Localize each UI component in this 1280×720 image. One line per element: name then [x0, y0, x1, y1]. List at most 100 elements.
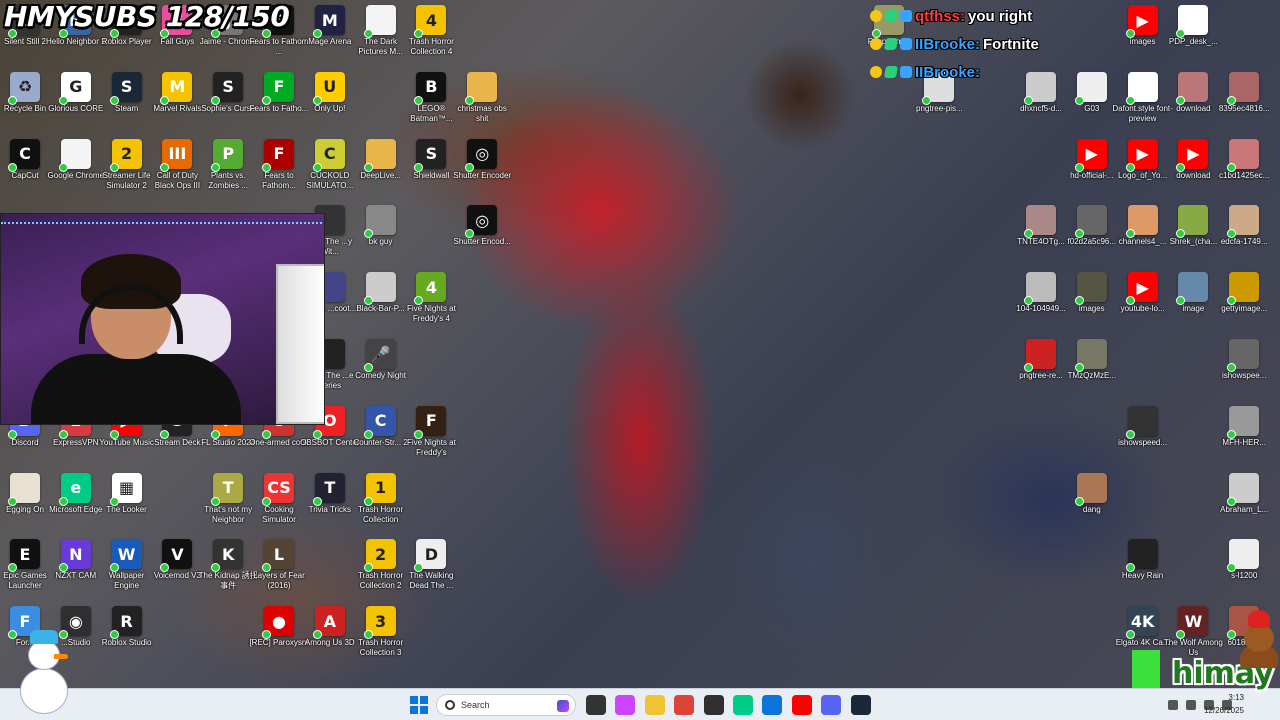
chat-username: qtfhss: — [915, 7, 965, 25]
sync-check-icon — [1227, 429, 1237, 439]
badge-icon — [900, 10, 912, 22]
windows-logo-icon — [410, 696, 418, 704]
sync-check-icon — [1074, 296, 1084, 306]
sync-check-icon — [363, 29, 373, 38]
search-highlight-icon — [557, 700, 569, 712]
desktop-icon-label: Trash Horror Collection 4 — [408, 37, 454, 56]
desktop-icon[interactable]: R Roblox Studio — [96, 606, 158, 648]
desktop-icon[interactable]: MFH-HER... — [1213, 405, 1275, 448]
desktop-icon[interactable]: christmas obs shit — [451, 71, 513, 124]
badge-icon — [870, 66, 882, 78]
windows-logo-icon — [420, 696, 428, 704]
windows-logo-icon — [420, 706, 428, 714]
desktop-icon[interactable]: TMzQzMzE... — [1061, 339, 1123, 381]
sync-check-icon — [1125, 296, 1135, 306]
chat-overlay: qtfhss: you right IIBrooke: Fortnite IIB… — [870, 2, 1130, 86]
desktop-icon[interactable]: ishowspeed... — [1112, 405, 1174, 448]
start-button[interactable] — [410, 696, 428, 714]
desktop-icon[interactable]: Heavy Rain — [1112, 539, 1174, 581]
chat-username: IIBrooke: — [915, 63, 981, 81]
sync-check-icon — [363, 563, 373, 573]
taskbar-chrome-icon[interactable] — [674, 695, 695, 715]
taskbar-search[interactable]: Search — [436, 694, 576, 716]
desktop-icon-label: Heavy Rain — [1121, 571, 1164, 581]
sync-check-icon — [1227, 496, 1237, 506]
desktop-icon-label: Shutter Encod... — [453, 237, 511, 247]
sync-check-icon — [363, 496, 373, 506]
chevron-up-icon[interactable] — [1168, 700, 1178, 710]
desktop-icon[interactable]: 3 Trash Horror Collection 3 — [350, 606, 412, 658]
desktop-icon[interactable]: 4 Trash Horror Collection 4 — [400, 5, 462, 57]
desktop-icon[interactable]: gettyimage... — [1213, 272, 1275, 314]
desktop-icon[interactable]: 4 Five Nights at Freddy's 4 — [400, 272, 462, 324]
sync-check-icon — [109, 496, 119, 506]
sync-check-icon — [109, 563, 119, 573]
desktop-icon[interactable]: U Only Up! — [299, 71, 361, 114]
search-icon — [445, 700, 455, 710]
desktop-icon[interactable]: edcfa-1749... — [1213, 205, 1275, 247]
badge-icon — [883, 10, 899, 22]
sub-goal-label: HMYSUBS — [4, 0, 157, 33]
desktop-icon[interactable]: 🎤 Comedy Night — [350, 339, 412, 381]
taskbar-obs-icon[interactable] — [703, 695, 724, 715]
desktop-icon[interactable]: PDP_desk_... — [1162, 5, 1224, 47]
sync-check-icon — [109, 429, 119, 439]
sync-check-icon — [363, 630, 373, 640]
taskbar-steam-icon[interactable] — [850, 695, 871, 715]
taskbar-task-view-icon[interactable] — [586, 695, 606, 715]
desktop-icon[interactable]: 8395ec4816... — [1213, 71, 1275, 114]
sync-check-icon — [312, 496, 322, 506]
sync-check-icon — [8, 162, 17, 172]
sync-check-icon — [1125, 429, 1135, 439]
sync-check-icon — [363, 229, 373, 239]
desktop-icon[interactable]: F Five Nights at Freddy's — [400, 405, 462, 458]
sync-check-icon — [312, 162, 322, 172]
taskbar-store-icon[interactable] — [762, 695, 783, 715]
taskbar-file-explorer-icon[interactable] — [644, 695, 665, 715]
desktop-icon[interactable]: ▦ The Looker — [96, 472, 158, 515]
desktop-icon[interactable]: 1 Trash Horror Collection — [350, 472, 412, 525]
desktop-icon[interactable]: ◎ Shutter Encoder — [451, 138, 513, 181]
sync-check-icon — [1176, 162, 1186, 172]
badge-icon — [870, 38, 882, 50]
webcam-overlay — [0, 213, 325, 425]
desktop-icon-label: edcfa-1749... — [1220, 237, 1268, 247]
desktop-icon[interactable]: bk guy — [350, 205, 412, 247]
taskbar-clock[interactable]: 3:13 12/26/2025 — [1200, 691, 1244, 717]
sync-check-icon — [160, 162, 170, 172]
taskbar-youtube-icon[interactable] — [791, 695, 812, 715]
snowman-body — [20, 668, 68, 714]
desktop-icon-label: dang — [1082, 504, 1101, 514]
desktop-icon[interactable]: c1bd1425ec... — [1213, 138, 1275, 181]
desktop-icon[interactable]: s-l1200 — [1213, 539, 1275, 581]
network-icon[interactable] — [1186, 700, 1196, 710]
pc-case — [276, 264, 324, 424]
desktop-icon[interactable]: Abraham_L... — [1213, 472, 1275, 515]
desktop-icon-label: Five Nights at Freddy's — [406, 437, 456, 457]
taskbar-edge-icon[interactable] — [733, 695, 753, 715]
sync-check-icon — [211, 496, 221, 506]
desktop-icon[interactable]: D The Walking Dead The ... — [400, 539, 462, 591]
desktop-icon[interactable]: L Layers of Fear (2016) — [248, 539, 310, 591]
clock-date: 12/26/2025 — [1203, 706, 1244, 715]
snowman-hat — [30, 630, 58, 644]
desktop-icon[interactable]: dang — [1061, 472, 1123, 515]
desktop-icon[interactable]: ishowspee... — [1213, 339, 1275, 381]
chat-message: qtfhss: you right — [870, 2, 1130, 30]
taskbar-copilot-icon[interactable] — [615, 695, 636, 715]
sync-check-icon — [58, 162, 68, 172]
desktop-icon-label: PDP_desk_... — [1168, 37, 1218, 46]
desktop-icon-label: ishowspee... — [1221, 371, 1267, 380]
desktop-icon-label: Trash Horror Collection — [358, 504, 404, 524]
desktop-icon-label: s-l1200 — [1231, 571, 1258, 581]
badge-icon — [900, 38, 912, 50]
desktop-icon[interactable]: ◎ Shutter Encod... — [451, 205, 513, 247]
clock-time: 3:13 — [1228, 693, 1244, 702]
desktop-icon-label: The Walking Dead The ... — [409, 571, 454, 591]
desktop-icon-label: Roblox Studio — [101, 638, 152, 648]
sync-check-icon — [312, 630, 322, 640]
chat-message: IIBrooke: — [870, 58, 1130, 86]
desktop-icon-label: Shutter Encoder — [453, 170, 512, 180]
sync-check-icon — [1227, 162, 1237, 172]
taskbar-discord-icon[interactable] — [821, 695, 842, 715]
